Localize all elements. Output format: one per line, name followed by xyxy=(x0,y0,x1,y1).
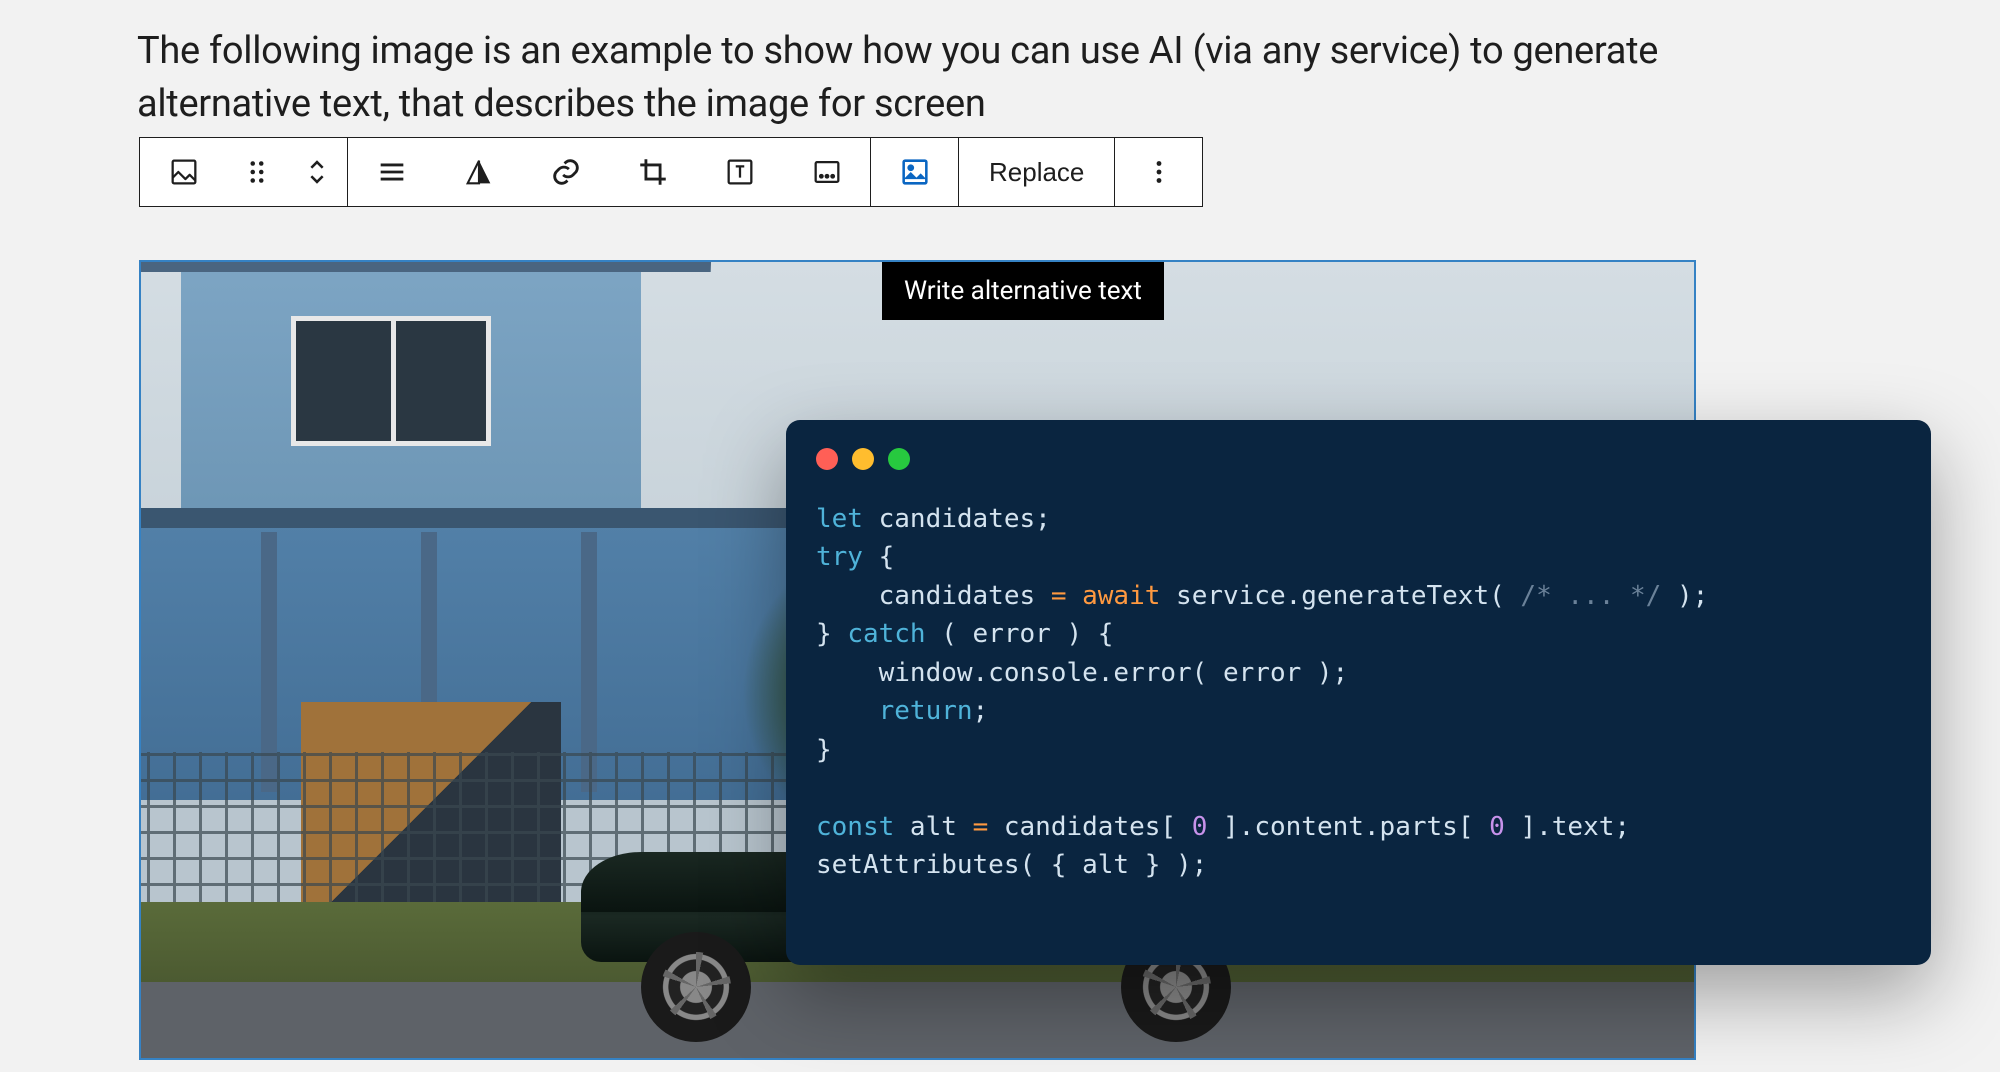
more-vertical-icon xyxy=(1142,155,1176,189)
caption-button[interactable] xyxy=(783,138,870,206)
alt-image-icon xyxy=(898,155,932,189)
crop-button[interactable] xyxy=(609,138,696,206)
chevron-updown-icon xyxy=(300,155,334,189)
duotone-button[interactable] xyxy=(435,138,522,206)
drag-handle-button[interactable] xyxy=(227,138,287,206)
editor-canvas: The following image is an example to sho… xyxy=(137,25,1737,131)
block-toolbar: Replace xyxy=(139,137,1203,207)
alt-text-tooltip: Write alternative text xyxy=(882,262,1164,320)
text-overlay-icon xyxy=(723,155,757,189)
text-overlay-button[interactable] xyxy=(696,138,783,206)
align-icon xyxy=(375,155,409,189)
traffic-lights xyxy=(816,448,1901,470)
zoom-dot xyxy=(888,448,910,470)
code-content: let candidates; try { candidates = await… xyxy=(816,500,1901,885)
toolbar-group-more xyxy=(1115,138,1202,206)
toolbar-group-alt xyxy=(871,138,959,206)
align-button[interactable] xyxy=(348,138,435,206)
close-dot xyxy=(816,448,838,470)
move-updown-button[interactable] xyxy=(287,138,347,206)
block-type-button[interactable] xyxy=(140,138,227,206)
image-block-icon xyxy=(167,155,201,189)
toolbar-group-format xyxy=(348,138,871,206)
toolbar-group-replace: Replace xyxy=(959,138,1115,206)
paragraph-text[interactable]: The following image is an example to sho… xyxy=(137,25,1737,131)
toolbar-group-block xyxy=(140,138,348,206)
more-options-button[interactable] xyxy=(1115,138,1202,206)
caption-icon xyxy=(810,155,844,189)
duotone-icon xyxy=(462,155,496,189)
alt-text-button[interactable] xyxy=(871,138,958,206)
link-button[interactable] xyxy=(522,138,609,206)
minimize-dot xyxy=(852,448,874,470)
drag-handle-icon xyxy=(240,155,274,189)
link-icon xyxy=(549,155,583,189)
crop-icon xyxy=(636,155,670,189)
code-snippet-window: let candidates; try { candidates = await… xyxy=(786,420,1931,965)
replace-button[interactable]: Replace xyxy=(959,138,1114,206)
